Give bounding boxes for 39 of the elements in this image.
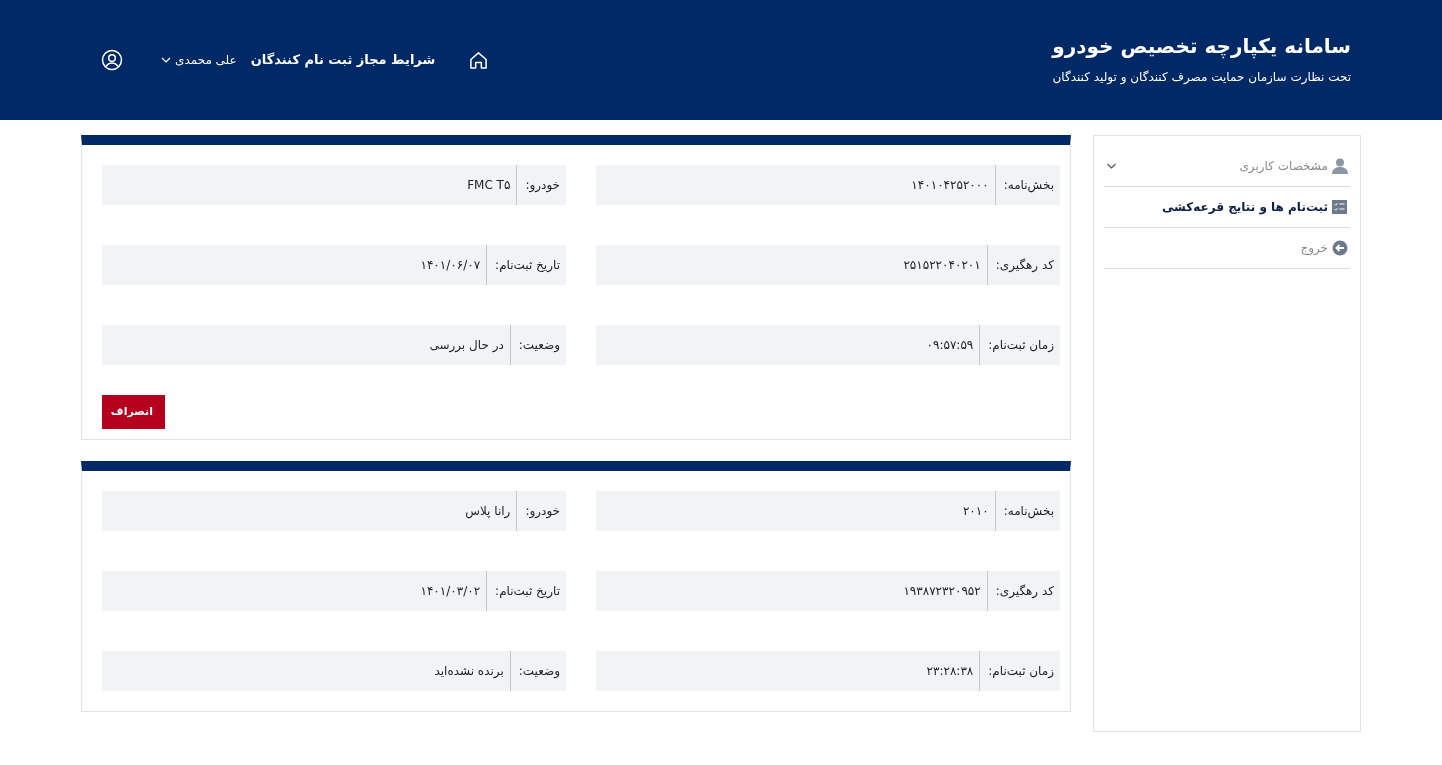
field-label: بخش‌نامه: — [994, 491, 1060, 531]
field-label: خودرو: — [516, 491, 566, 531]
field-label: وضعیت: — [509, 651, 566, 691]
field-value: ۲۰۱۰ — [961, 503, 990, 520]
person-icon — [1332, 158, 1348, 174]
chevron-down-icon — [161, 56, 171, 64]
sidebar-item[interactable]: مشخصات کاربری — [1104, 146, 1350, 187]
field-value: برنده نشده‌اید — [433, 663, 505, 680]
field-label: زمان ثبت‌نام: — [979, 325, 1060, 365]
field-value: رانا پلاس — [464, 503, 512, 520]
field-label: بخش‌نامه: — [994, 165, 1060, 205]
field-value: در حال بررسی — [428, 337, 505, 354]
field-label: تاریخ ثبت‌نام: — [486, 245, 566, 285]
field-value: ۲۵۱۵۲۲۰۴۰۲۰۱ — [902, 257, 982, 274]
field-label: تاریخ ثبت‌نام: — [486, 571, 566, 611]
field-label: خودرو: — [516, 165, 566, 205]
field-label: وضعیت: — [509, 325, 566, 365]
cancel-button[interactable]: انصراف — [102, 395, 165, 429]
field-value: ۰۹:۵۷:۵۹ — [925, 337, 975, 354]
arrow-left-icon — [1332, 240, 1348, 256]
user-avatar-icon[interactable] — [101, 49, 123, 71]
field-value: FMC T۵ — [466, 177, 512, 194]
field-value: ۱۴۰۱/۰۶/۰۷ — [419, 257, 482, 274]
field-label: زمان ثبت‌نام: — [979, 651, 1060, 691]
site-title: سامانه یکپارچه تخصیص خودرو — [1052, 34, 1351, 58]
field-label: کد رهگیری: — [986, 245, 1060, 285]
field-value: ۱۹۳۸۷۲۳۲۰۹۵۲ — [902, 583, 982, 600]
nav-link[interactable]: شرایط مجاز ثبت نام کنندگان — [250, 50, 436, 70]
field-label: کد رهگیری: — [986, 571, 1060, 611]
checklist-icon — [1332, 199, 1348, 215]
field-value: ۲۳:۲۸:۳۸ — [925, 663, 975, 680]
home-icon[interactable] — [469, 50, 489, 70]
site-subtitle: تحت نظارت سازمان حمایت مصرف کنندگان و تولید کنندگان — [1052, 69, 1351, 86]
chevron-down-icon — [1106, 162, 1117, 170]
field-value: ۱۴۰۱/۰۳/۰۲ — [419, 583, 482, 600]
field-value: ۱۴۰۱۰۴۲۵۲۰۰۰ — [910, 177, 990, 194]
user-menu[interactable]: علی محمدی — [161, 51, 237, 69]
sidebar-item[interactable]: ثبت‌نام ها و نتایج قرعه‌کشی — [1104, 187, 1350, 228]
sidebar-item[interactable]: خروج — [1104, 228, 1350, 269]
